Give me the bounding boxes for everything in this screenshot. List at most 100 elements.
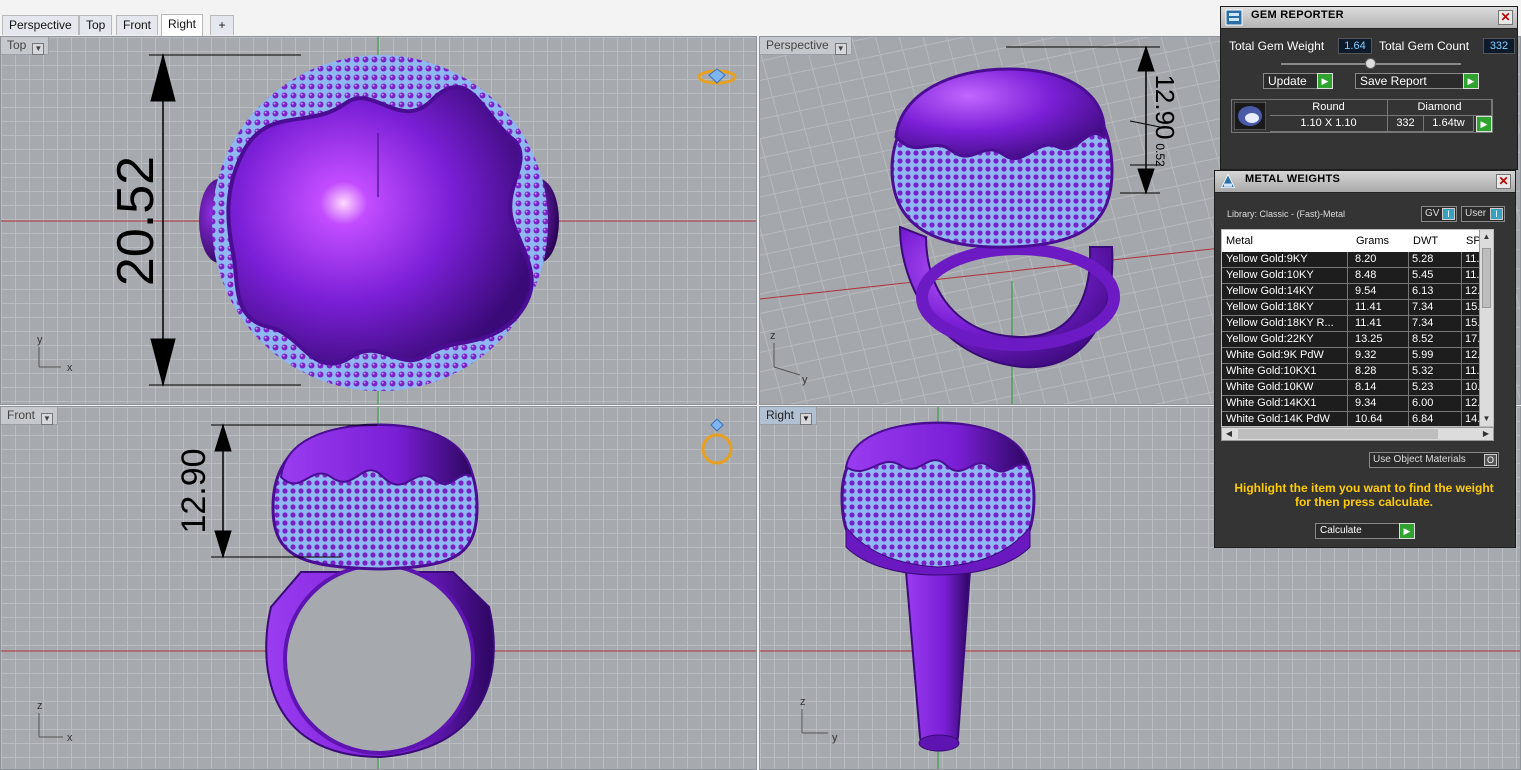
star-top-cap <box>226 84 534 366</box>
metal-name: White Gold:10KX1 <box>1226 364 1348 379</box>
metal-grams: 11.41 <box>1355 300 1409 315</box>
ring-widget-icon <box>697 68 737 85</box>
metal-weights-panel: METAL WEIGHTS ✕ Library: Classic - (Fast… <box>1214 170 1516 548</box>
metal-weights-header[interactable]: METAL WEIGHTS ✕ <box>1215 171 1515 193</box>
svg-text:x: x <box>67 732 73 744</box>
metal-grams: 9.54 <box>1355 284 1409 299</box>
gem-weight: 1.64tw <box>1424 116 1474 132</box>
col-metal: Metal <box>1226 235 1253 247</box>
metal-dwt: 5.28 <box>1412 252 1462 267</box>
gem-reporter-header[interactable]: GEM REPORTER ✕ <box>1221 7 1517 29</box>
scroll-up-icon[interactable]: ▲ <box>1480 230 1493 244</box>
metal-row[interactable]: White Gold:10KW8.145.2310.99 <box>1222 380 1493 396</box>
viewport-label-perspective[interactable]: Perspective ▼ <box>760 37 852 55</box>
metal-name: Yellow Gold:18KY R... <box>1226 316 1348 331</box>
total-gem-weight-value: 1.64 <box>1338 38 1372 54</box>
play-arrow-icon: ▶ <box>1317 73 1333 89</box>
metal-grams: 8.14 <box>1355 380 1409 395</box>
total-gem-count-value: 332 <box>1483 38 1515 54</box>
metal-dwt: 6.84 <box>1412 412 1462 426</box>
viewport-label-top[interactable]: Top ▼ <box>1 37 50 55</box>
add-tab-button[interactable]: + <box>210 15 234 35</box>
scroll-right-icon[interactable]: ▶ <box>1479 428 1493 440</box>
play-arrow-icon: ▶ <box>1476 116 1492 132</box>
metal-grams: 8.28 <box>1355 364 1409 379</box>
metal-name: Yellow Gold:9KY <box>1226 252 1348 267</box>
calculate-button[interactable]: Calculate ▶ <box>1315 523 1415 539</box>
tab-right[interactable]: Right <box>161 14 204 36</box>
chevron-down-icon[interactable]: ▼ <box>834 43 847 55</box>
metal-table-header: Metal Grams DWT SPG <box>1222 230 1493 252</box>
metal-grams: 11.41 <box>1355 316 1409 331</box>
metal-row[interactable]: Yellow Gold:22KY13.258.5217.89 <box>1222 332 1493 348</box>
gv-toggle[interactable]: GV I <box>1421 206 1457 222</box>
axis-gizmo-top <box>38 347 61 368</box>
save-report-button[interactable]: Save Report ▶ <box>1355 73 1479 89</box>
dimension-label-persp: 12.90 <box>1150 74 1180 139</box>
update-button[interactable]: Update ▶ <box>1263 73 1333 89</box>
metal-row[interactable]: Yellow Gold:18KY R...11.417.3415.41 <box>1222 316 1493 332</box>
metal-name: White Gold:14K PdW <box>1226 412 1348 426</box>
gem-reporter-icon <box>1225 9 1243 26</box>
metal-row[interactable]: Yellow Gold:18KY11.417.3415.41 <box>1222 300 1493 316</box>
metal-row[interactable]: Yellow Gold:10KY8.485.4511.45 <box>1222 268 1493 284</box>
hscroll-thumb[interactable] <box>1238 429 1438 439</box>
metal-grams: 8.20 <box>1355 252 1409 267</box>
metal-dwt: 7.34 <box>1412 316 1462 331</box>
metal-table-vscroll[interactable]: ▲ ▼ <box>1479 230 1493 426</box>
gem-size: 1.10 X 1.10 <box>1270 116 1388 132</box>
metal-row[interactable]: White Gold:14K PdW10.646.8414.37 <box>1222 412 1493 426</box>
metal-row[interactable]: Yellow Gold:9KY8.205.2811.08 <box>1222 252 1493 268</box>
metal-row[interactable]: White Gold:9K PdW9.325.9912.59 <box>1222 348 1493 364</box>
svg-text:z: z <box>800 696 806 708</box>
metal-dwt: 6.00 <box>1412 396 1462 411</box>
calculate-hint: Highlight the item you want to find the … <box>1234 481 1494 509</box>
user-toggle[interactable]: User I <box>1461 206 1505 222</box>
gem-type: Diamond <box>1388 100 1492 116</box>
tab-top[interactable]: Top <box>79 15 113 35</box>
total-gem-count-label: Total Gem Count <box>1379 39 1470 53</box>
gem-reporter-title: GEM REPORTER <box>1251 9 1344 21</box>
viewport-top[interactable]: 20.52 y x Top ▼ <box>0 36 757 405</box>
chevron-down-icon[interactable]: ▼ <box>800 413 813 425</box>
metal-name: Yellow Gold:14KY <box>1226 284 1348 299</box>
tab-perspective[interactable]: Perspective <box>2 15 79 35</box>
metal-row[interactable]: White Gold:10KX18.285.3211.18 <box>1222 364 1493 380</box>
metal-table-hscroll[interactable]: ◀ ▶ <box>1221 427 1494 441</box>
scroll-down-icon[interactable]: ▼ <box>1480 412 1493 426</box>
close-icon[interactable]: ✕ <box>1496 174 1511 189</box>
scroll-left-icon[interactable]: ◀ <box>1222 428 1236 440</box>
rhino-app: Perspective Top Front Right + 20.52 y x … <box>0 0 1521 770</box>
metal-name: Yellow Gold:22KY <box>1226 332 1348 347</box>
use-object-materials-toggle[interactable]: Use Object Materials O <box>1369 452 1499 468</box>
metal-weights-table[interactable]: Metal Grams DWT SPG Yellow Gold:9KY 8.20 5… <box>1221 229 1494 427</box>
metal-grams: 13.25 <box>1355 332 1409 347</box>
gem-table[interactable]: Round Diamond 1.10 X 1.10 332 1.64tw ▶ <box>1231 99 1493 133</box>
svg-text:y: y <box>37 334 43 346</box>
ring-widget-front-icon <box>701 418 733 465</box>
metal-row[interactable]: Yellow Gold:14KY9.546.1312.88 <box>1222 284 1493 300</box>
chevron-down-icon[interactable]: ▼ <box>32 43 45 55</box>
metal-name: Yellow Gold:10KY <box>1226 268 1348 283</box>
slider-handle[interactable] <box>1365 58 1376 69</box>
viewport-front[interactable]: 12.90 z x Front ▼ <box>0 406 757 770</box>
round-diamond-icon <box>1234 102 1266 130</box>
play-arrow-icon: ▶ <box>1399 523 1415 539</box>
gem-shape: Round <box>1270 100 1388 116</box>
svg-text:z: z <box>770 330 776 342</box>
viewport-label-right[interactable]: Right ▼ <box>760 407 818 425</box>
chevron-down-icon[interactable]: ▼ <box>41 413 54 425</box>
viewport-label-front[interactable]: Front ▼ <box>1 407 59 425</box>
gem-detail-button[interactable]: ▶ <box>1476 116 1492 132</box>
metal-row[interactable]: White Gold:14KX19.346.0012.61 <box>1222 396 1493 412</box>
tab-front[interactable]: Front <box>116 15 159 35</box>
scroll-thumb[interactable] <box>1482 248 1491 308</box>
close-icon[interactable]: ✕ <box>1498 10 1513 25</box>
metal-grams: 10.64 <box>1355 412 1409 426</box>
dimension-label-persp-small: 0.52 <box>1153 143 1167 167</box>
svg-text:y: y <box>832 732 838 744</box>
metal-dwt: 8.52 <box>1412 332 1462 347</box>
metal-dwt: 5.45 <box>1412 268 1462 283</box>
shank-side-right <box>904 570 972 752</box>
metal-grams: 9.34 <box>1355 396 1409 411</box>
